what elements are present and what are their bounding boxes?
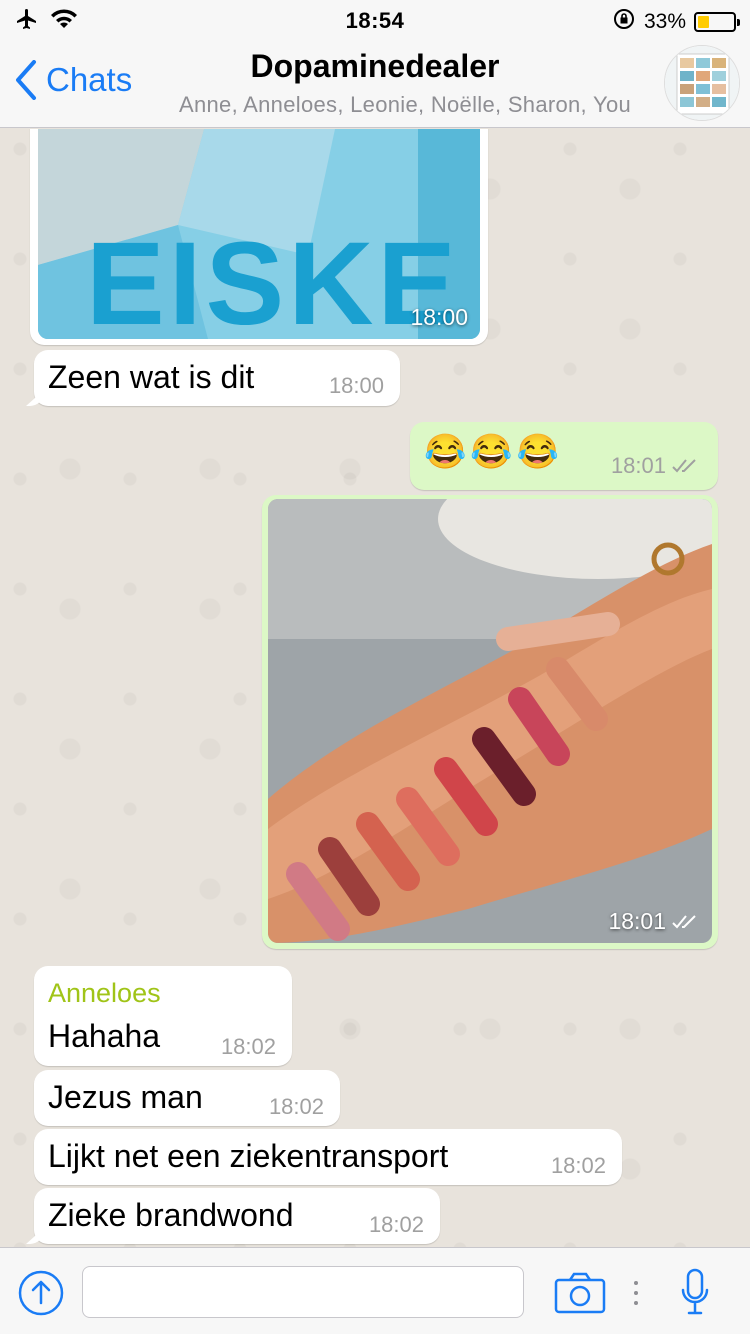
message-text: Zieke brandwond xyxy=(48,1197,294,1233)
share-upload-icon[interactable] xyxy=(17,1269,65,1322)
message-time: 18:01 xyxy=(608,908,700,935)
message-image-incoming[interactable]: EISKE 18:00 xyxy=(30,129,488,345)
group-avatar[interactable] xyxy=(664,45,740,121)
message-time: 18:00 xyxy=(410,304,468,330)
double-check-icon xyxy=(672,459,696,473)
message-time: 18:01 xyxy=(611,453,700,479)
back-button[interactable]: Chats xyxy=(14,60,132,100)
message-image-outgoing[interactable]: 18:01 xyxy=(262,495,718,949)
double-check-icon xyxy=(672,914,696,928)
chevron-left-icon xyxy=(16,60,36,100)
message-bubble-incoming[interactable]: Zeen wat is dit 18:00 xyxy=(34,350,400,406)
message-text: Zeen wat is dit xyxy=(48,359,255,395)
message-emoji: 😂😂😂 xyxy=(424,433,564,471)
message-time: 18:02 xyxy=(368,1212,424,1237)
message-time: 18:02 xyxy=(220,1034,276,1059)
sender-name[interactable]: Anneloes xyxy=(48,978,161,1009)
chat-messages[interactable]: EISKE 18:00 Zeen wat is dit 18:00 😂😂😂 18… xyxy=(0,129,750,1247)
message-bubble-outgoing[interactable]: 😂😂😂 18:01 xyxy=(410,422,718,490)
message-input[interactable] xyxy=(82,1266,524,1318)
battery-icon xyxy=(694,12,740,32)
message-bubble-incoming[interactable]: Anneloes Hahaha 18:02 xyxy=(34,966,292,1066)
chat-title[interactable]: Dopaminedealer xyxy=(150,48,600,85)
message-time: 18:02 xyxy=(268,1094,324,1119)
message-bubble-incoming[interactable]: Lijkt net een ziekentransport 18:02 xyxy=(34,1129,622,1185)
message-bubble-incoming[interactable]: Zieke brandwond 18:02 xyxy=(34,1188,440,1244)
message-bubble-incoming[interactable]: Jezus man 18:02 xyxy=(34,1070,340,1126)
battery-percent: 33% xyxy=(643,10,686,33)
message-time: 18:02 xyxy=(550,1153,606,1178)
nav-bar: Chats Dopaminedealer Anne, Anneloes, Leo… xyxy=(0,40,750,128)
image-caption-word: EISKE xyxy=(86,218,461,339)
rotation-lock-icon xyxy=(612,7,636,37)
image-thumbnail[interactable]: 18:01 xyxy=(268,499,712,943)
status-right: 33% xyxy=(612,7,740,37)
camera-icon[interactable] xyxy=(554,1272,606,1319)
back-label: Chats xyxy=(46,61,133,98)
chat-participants[interactable]: Anne, Anneloes, Leonie, Noëlle, Sharon, … xyxy=(150,92,660,118)
message-text: Hahaha xyxy=(48,1018,161,1054)
message-time: 18:00 xyxy=(328,373,384,398)
input-bar xyxy=(0,1247,750,1334)
message-text: Lijkt net een ziekentransport xyxy=(48,1138,449,1174)
message-text: Jezus man xyxy=(48,1079,203,1115)
image-thumbnail[interactable]: EISKE 18:00 xyxy=(38,129,480,339)
status-bar: 18:54 33% xyxy=(0,0,750,40)
more-dots-icon[interactable] xyxy=(632,1280,640,1311)
microphone-icon[interactable] xyxy=(680,1268,710,1321)
battery-fill xyxy=(698,16,710,28)
